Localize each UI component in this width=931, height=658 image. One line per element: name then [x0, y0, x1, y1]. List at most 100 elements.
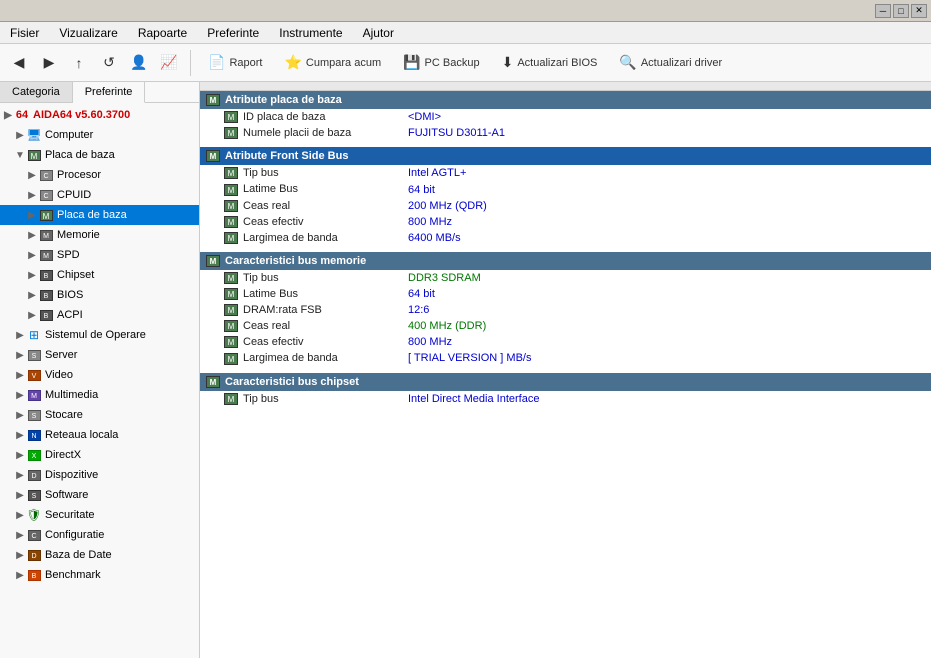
- item-value-2-1: 64 bit: [400, 286, 931, 302]
- tree-item-baza-date[interactable]: ▶DBaza de Date: [0, 545, 199, 565]
- tree-expand-cpuid: ▶: [26, 190, 38, 201]
- tree-item-aida[interactable]: ▶64AIDA64 v5.60.3700: [0, 105, 199, 125]
- section-icon-1: M: [206, 150, 220, 162]
- tree-item-multimedia[interactable]: ▶MMultimedia: [0, 385, 199, 405]
- tree-item-stocare[interactable]: ▶SStocare: [0, 405, 199, 425]
- toolbar-actualizari-bios-button[interactable]: ⬇Actualizari BIOS: [493, 49, 607, 77]
- section-header-1[interactable]: MAtribute Front Side Bus: [200, 147, 931, 165]
- nav-chart-button[interactable]: 📈: [156, 50, 182, 76]
- nav-forward-button[interactable]: ▶: [36, 50, 62, 76]
- item-label-2-0: MTip bus: [200, 270, 400, 286]
- tree-icon-multimedia: M: [26, 387, 42, 403]
- item-icon-0-1: M: [224, 127, 238, 139]
- tree-item-bios[interactable]: ▶BBIOS: [0, 285, 199, 305]
- content-table: MAtribute placa de bazaMID placa de baza…: [200, 82, 931, 413]
- tree-label-spd: SPD: [57, 249, 80, 261]
- tree-item-placa-baza[interactable]: ▶MPlaca de baza: [0, 205, 199, 225]
- tree-expand-spd: ▶: [26, 250, 38, 261]
- tree-item-server[interactable]: ▶SServer: [0, 345, 199, 365]
- item-icon-1-1: M: [224, 184, 238, 196]
- item-label-1-1: MLatime Bus: [200, 181, 400, 197]
- tree-item-configuratie[interactable]: ▶CConfiguratie: [0, 525, 199, 545]
- table-row: MTip busDDR3 SDRAM: [200, 270, 931, 286]
- nav-up-button[interactable]: ↑: [66, 50, 92, 76]
- section-header-2[interactable]: MCaracteristici bus memorie: [200, 252, 931, 270]
- nav-refresh-button[interactable]: ↺: [96, 50, 122, 76]
- tree-item-spd[interactable]: ▶MSPD: [0, 245, 199, 265]
- tree-item-retea-locala[interactable]: ▶NReteaua locala: [0, 425, 199, 445]
- tree-icon-aida: 64: [14, 107, 30, 123]
- tree-item-chipset[interactable]: ▶BChipset: [0, 265, 199, 285]
- toolbar-raport-label: Raport: [229, 57, 262, 69]
- tree-icon-software: S: [26, 487, 42, 503]
- toolbar-actualizari-bios-icon: ⬇: [502, 54, 514, 71]
- toolbar-raport-button[interactable]: 📄Raport: [199, 49, 271, 77]
- tree-item-video[interactable]: ▶VVideo: [0, 365, 199, 385]
- tree-item-procesor[interactable]: ▶CProcesor: [0, 165, 199, 185]
- tree-item-software[interactable]: ▶SSoftware: [0, 485, 199, 505]
- toolbar: ◀▶↑↺👤📈 📄Raport⭐Cumpara acum 💾 PC Backup ⬇Act…: [0, 44, 931, 82]
- tree-label-computer: Computer: [45, 129, 93, 141]
- tree-item-placa-baza-group[interactable]: ▼MPlaca de baza: [0, 145, 199, 165]
- toolbar-actualizari-driver-button[interactable]: 🔍Actualizari driver: [610, 49, 731, 77]
- menu-item-fisier[interactable]: Fisier: [4, 24, 45, 42]
- tree-icon-server: S: [26, 347, 42, 363]
- spacing-row: [200, 407, 931, 413]
- close-button[interactable]: ✕: [911, 4, 927, 18]
- table-row: MLatime Bus64 bit: [200, 286, 931, 302]
- item-value-1-2: 200 MHz (QDR): [400, 198, 931, 214]
- tree-label-server: Server: [45, 349, 77, 361]
- tree-icon-directx: X: [26, 447, 42, 463]
- tree-icon-chip: B: [38, 267, 54, 283]
- tree-item-directx[interactable]: ▶XDirectX: [0, 445, 199, 465]
- toolbar-pc-backup-button[interactable]: 💾 PC Backup: [394, 49, 488, 77]
- table-row: MLargimea de banda[ TRIAL VERSION ] MB/s: [200, 350, 931, 366]
- tree-expand-benchmark: ▶: [14, 570, 26, 581]
- section-header-label-3: MCaracteristici bus chipset: [200, 373, 931, 391]
- menu-item-vizualizare[interactable]: Vizualizare: [53, 24, 123, 42]
- item-icon-1-2: M: [224, 200, 238, 212]
- nav-profile-button[interactable]: 👤: [126, 50, 152, 76]
- item-value-1-4: 6400 MB/s: [400, 230, 931, 246]
- item-label-2-2: MDRAM:rata FSB: [200, 302, 400, 318]
- tree-item-dispozitive[interactable]: ▶DDispozitive: [0, 465, 199, 485]
- tree-item-securitate[interactable]: ▶🛡Securitate: [0, 505, 199, 525]
- item-value-2-2: 12:6: [400, 302, 931, 318]
- menu-item-ajutor[interactable]: Ajutor: [357, 24, 400, 42]
- section-header-0[interactable]: MAtribute placa de baza: [200, 91, 931, 110]
- tree-label-procesor: Procesor: [57, 169, 101, 181]
- nav-back-button[interactable]: ◀: [6, 50, 32, 76]
- toolbar-pc-backup-label: PC Backup: [425, 57, 480, 69]
- menu-item-rapoarte[interactable]: Rapoarte: [132, 24, 193, 42]
- tree-item-sistemul-operare[interactable]: ▶⊞Sistemul de Operare: [0, 325, 199, 345]
- minimize-button[interactable]: ─: [875, 4, 891, 18]
- tree-icon-config: C: [26, 527, 42, 543]
- tree-label-directx: DirectX: [45, 449, 81, 461]
- tree-item-computer[interactable]: ▶🖥Computer: [0, 125, 199, 145]
- tree-label-cpuid: CPUID: [57, 189, 91, 201]
- menu-item-instrumente[interactable]: Instrumente: [273, 24, 348, 42]
- item-icon-2-1: M: [224, 288, 238, 300]
- tree-icon-motherboard: M: [38, 207, 54, 223]
- table-row: MCeas real200 MHz (QDR): [200, 198, 931, 214]
- item-icon-1-0: M: [224, 167, 238, 179]
- item-icon-1-4: M: [224, 232, 238, 244]
- tree-item-benchmark[interactable]: ▶BBenchmark: [0, 565, 199, 585]
- toolbar-pc-backup-icon: 💾: [403, 54, 420, 71]
- item-icon-0-0: M: [224, 111, 238, 123]
- tree-icon-memory: M: [38, 247, 54, 263]
- table-row: MTip busIntel Direct Media Interface: [200, 391, 931, 407]
- item-label-1-2: MCeas real: [200, 198, 400, 214]
- tree-item-acpi[interactable]: ▶BACPI: [0, 305, 199, 325]
- maximize-button[interactable]: □: [893, 4, 909, 18]
- section-header-3[interactable]: MCaracteristici bus chipset: [200, 373, 931, 391]
- tree-label-benchmark: Benchmark: [45, 569, 101, 581]
- panel-tab-preferinte[interactable]: Preferinte: [73, 82, 146, 103]
- tree-label-placa-baza: Placa de baza: [57, 209, 127, 221]
- tree-item-memorie[interactable]: ▶MMemorie: [0, 225, 199, 245]
- table-row: MLargimea de banda6400 MB/s: [200, 230, 931, 246]
- tree-item-cpuid[interactable]: ▶CCPUID: [0, 185, 199, 205]
- menu-item-preferinte[interactable]: Preferinte: [201, 24, 265, 42]
- panel-tab-categoria[interactable]: Categoria: [0, 82, 73, 102]
- toolbar-cumpara-acum-button[interactable]: ⭐Cumpara acum: [275, 49, 390, 77]
